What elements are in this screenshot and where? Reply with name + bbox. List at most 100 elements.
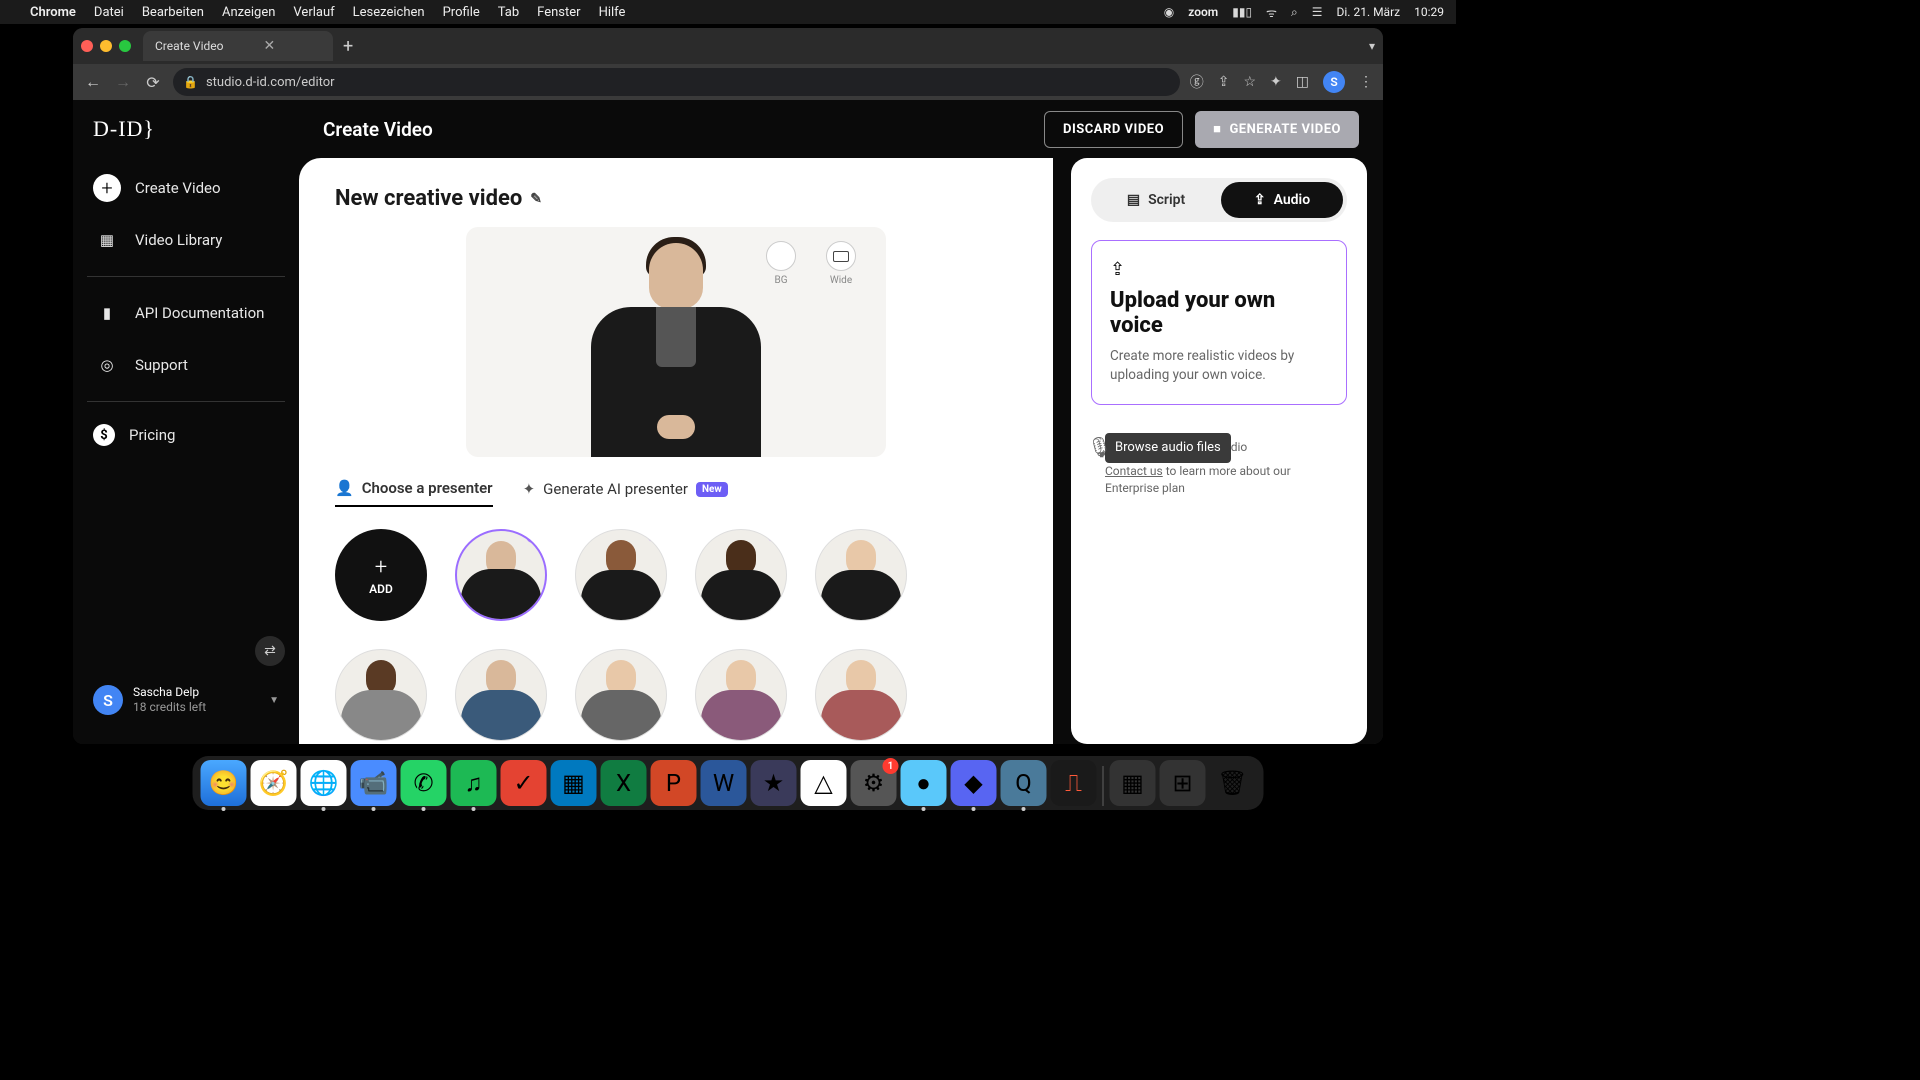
sidebar-item-pricing[interactable]: $ Pricing [73,412,299,458]
video-preview: BG Wide [466,227,886,457]
menu-anzeigen[interactable]: Anzeigen [222,5,275,20]
profile-avatar[interactable]: S [1323,71,1345,93]
wide-option[interactable]: Wide [826,241,856,286]
menubar-time[interactable]: 10:29 [1414,5,1444,19]
pencil-icon[interactable]: ✎ [530,191,542,207]
tab-strip: Create Video ✕ + ▾ [73,28,1383,64]
close-tab-icon[interactable]: ✕ [263,38,275,54]
menu-profile[interactable]: Profile [443,5,480,20]
lifebuoy-icon: ◎ [93,351,121,379]
contact-us-link[interactable]: Contact us [1105,464,1163,478]
sidebar-item-api-docs[interactable]: ▮ API Documentation [73,287,299,339]
dock-finder[interactable]: 😊 [201,760,247,806]
upload-voice-box[interactable]: ⇪ Upload your own voice Create more real… [1091,240,1347,405]
share-icon[interactable]: ⇪ [1218,74,1230,90]
zoom-label[interactable]: zoom [1188,5,1218,19]
back-button[interactable]: ← [83,72,103,92]
tab-choose-presenter[interactable]: 👤 Choose a presenter [335,479,493,507]
maximize-window-button[interactable] [119,40,131,52]
user-menu[interactable]: S Sascha Delp 18 credits left ▼ [73,673,299,728]
menu-lesezeichen[interactable]: Lesezeichen [353,5,425,20]
menu-tab[interactable]: Tab [498,5,519,20]
dock-whatsapp[interactable]: ✆ [401,760,447,806]
close-window-button[interactable] [81,40,93,52]
dock-audio-app[interactable]: ⎍ [1051,760,1097,806]
control-center-icon[interactable]: ☰ [1312,5,1323,19]
presenter-option[interactable]: HQ [455,529,547,621]
dock-excel[interactable]: X [601,760,647,806]
presenter-option[interactable]: HQ [695,529,787,621]
tab-script[interactable]: ▤ Script [1095,182,1217,218]
script-icon: ▤ [1127,192,1140,208]
record-icon[interactable]: ◉ [1164,5,1174,19]
wifi-icon[interactable]: ᯤ [1266,4,1277,21]
presenter-option[interactable] [695,649,787,741]
dock-discord[interactable]: ◆ [951,760,997,806]
presenter-option[interactable] [335,649,427,741]
video-title-row[interactable]: New creative video ✎ [335,186,1017,211]
browse-audio-area: 🎙 Browse audio filesdio Contact us to le… [1091,423,1347,507]
sidebar-item-support[interactable]: ◎ Support [73,339,299,391]
logo[interactable]: D-ID} [73,116,299,162]
grid-icon: ▦ [93,226,121,254]
menu-verlauf[interactable]: Verlauf [293,5,334,20]
presenter-option[interactable] [815,649,907,741]
dock-chrome[interactable]: 🌐 [301,760,347,806]
presenter-option[interactable] [575,649,667,741]
dock-imovie[interactable]: ★ [751,760,797,806]
presenter-option[interactable]: HQ [575,529,667,621]
dock-spotify[interactable]: ♫ [451,760,497,806]
reload-button[interactable]: ⟳ [143,73,163,92]
collapse-sidebar-button[interactable]: ⇄ [255,636,285,666]
sidepanel-icon[interactable]: ◫ [1296,74,1309,90]
dock-word[interactable]: W [701,760,747,806]
tabs-dropdown-icon[interactable]: ▾ [1369,39,1375,53]
menu-datei[interactable]: Datei [94,5,124,20]
dock-safari[interactable]: 🧭 [251,760,297,806]
sidebar-item-create-video[interactable]: + Create Video [73,162,299,214]
video-title: New creative video [335,186,522,211]
menu-bearbeiten[interactable]: Bearbeiten [142,5,204,20]
search-icon[interactable]: ⌕ [1291,5,1298,20]
generate-video-button[interactable]: ■ GENERATE VIDEO [1195,111,1359,148]
tab-generate-ai-presenter[interactable]: ✦ Generate AI presenter New [523,480,728,506]
plus-icon: + [375,555,387,580]
dock-zoom[interactable]: 📹 [351,760,397,806]
menu-fenster[interactable]: Fenster [537,5,580,20]
menu-hilfe[interactable]: Hilfe [599,5,626,20]
minimize-window-button[interactable] [100,40,112,52]
extensions-icon[interactable]: ✦ [1270,74,1282,90]
presenter-option[interactable]: HQ [815,529,907,621]
menubar-date[interactable]: Di. 21. März [1337,5,1401,19]
dock-quicktime[interactable]: Q [1001,760,1047,806]
upload-icon: ⇪ [1254,192,1266,208]
dock-trash[interactable]: 🗑 [1210,760,1256,806]
url-input[interactable]: 🔒 studio.d-id.com/editor [173,68,1180,96]
browser-tab[interactable]: Create Video ✕ [143,31,333,61]
gtranslate-icon[interactable]: ⓖ [1190,72,1204,92]
dock-settings[interactable]: ⚙1 [851,760,897,806]
browse-audio-tooltip[interactable]: Browse audio files [1105,433,1231,463]
add-presenter-button[interactable]: + ADD [335,529,427,621]
menubar-app[interactable]: Chrome [30,5,76,20]
page-title: Create Video [323,118,433,141]
dock-trello[interactable]: ▦ [551,760,597,806]
discard-video-button[interactable]: DISCARD VIDEO [1044,111,1183,148]
tab-audio[interactable]: ⇪ Audio [1221,182,1343,218]
chrome-menu-icon[interactable]: ⋮ [1359,74,1373,90]
dock-powerpoint[interactable]: P [651,760,697,806]
dock-drive[interactable]: △ [801,760,847,806]
battery-icon[interactable]: ▮▮▯ [1232,5,1252,19]
presenter-option[interactable] [455,649,547,741]
dock-app-blue[interactable]: ● [901,760,947,806]
bg-option[interactable]: BG [766,241,796,286]
dock-todoist[interactable]: ✓ [501,760,547,806]
sidebar-item-label: Create Video [135,179,221,197]
dock-calculator[interactable]: ▦ [1110,760,1156,806]
bookmark-icon[interactable]: ☆ [1243,74,1256,90]
person-icon: 👤 [335,479,354,497]
sidebar-item-video-library[interactable]: ▦ Video Library [73,214,299,266]
user-name: Sascha Delp [133,685,206,701]
new-tab-button[interactable]: + [343,36,353,57]
dock-launchpad[interactable]: ⊞ [1160,760,1206,806]
